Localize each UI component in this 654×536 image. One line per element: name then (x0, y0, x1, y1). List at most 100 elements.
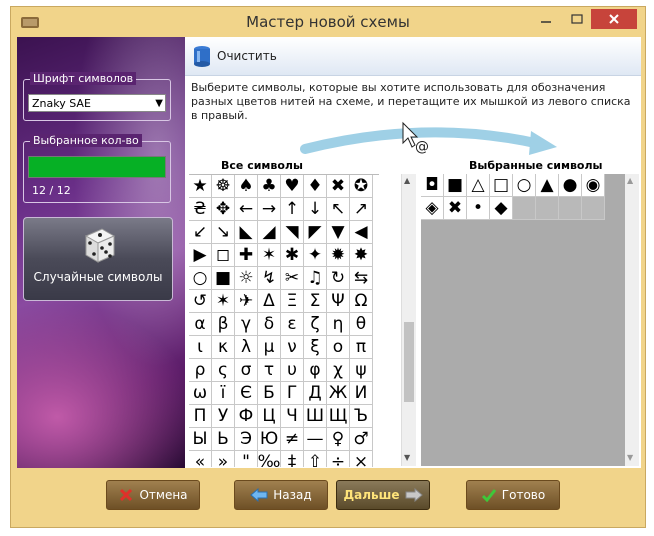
symbol-cell[interactable]: П (189, 405, 212, 428)
symbol-cell[interactable]: ι (189, 336, 212, 359)
selected-symbols-list[interactable]: ◘ ■ △ □ ○ ▲ ● ◉ ◈ ✖ • ◆ (421, 174, 635, 466)
symbol-cell[interactable]: ✥ (212, 198, 235, 221)
symbol-cell[interactable]: Ъ (350, 405, 373, 428)
symbol-cell[interactable]: Б (258, 382, 281, 405)
symbol-cell[interactable]: ο (327, 336, 350, 359)
symbol-cell[interactable]: ★ (189, 175, 212, 198)
symbol-cell[interactable]: ✈ (235, 290, 258, 313)
symbol-cell[interactable]: ✱ (281, 244, 304, 267)
symbol-cell[interactable]: γ (235, 313, 258, 336)
selected-symbol-cell[interactable]: ○ (513, 174, 536, 197)
symbol-cell[interactable]: δ (258, 313, 281, 336)
symbol-cell[interactable]: Ψ (327, 290, 350, 313)
symbol-cell[interactable]: ◻ (212, 244, 235, 267)
symbol-cell[interactable]: ψ (350, 359, 373, 382)
clear-button[interactable]: Очистить (193, 45, 277, 67)
symbol-cell[interactable]: ↺ (189, 290, 212, 313)
all-symbols-scrollbar[interactable]: ▲ ▼ (401, 174, 416, 466)
symbol-cell[interactable]: Щ (327, 405, 350, 428)
symbol-cell[interactable]: ▶ (189, 244, 212, 267)
symbol-cell[interactable]: ≠ (281, 428, 304, 451)
symbol-cell[interactable]: ↑ (281, 198, 304, 221)
symbol-cell[interactable]: ✶ (212, 290, 235, 313)
symbol-cell[interactable]: ♦ (304, 175, 327, 198)
symbol-cell[interactable]: Ж (327, 382, 350, 405)
symbol-cell[interactable]: ↗ (350, 198, 373, 221)
symbol-cell[interactable]: η (327, 313, 350, 336)
symbol-cell[interactable]: — (304, 428, 327, 451)
symbol-cell[interactable]: α (189, 313, 212, 336)
symbol-cell[interactable]: ‰ (258, 451, 281, 467)
selected-symbols-scrollbar[interactable]: ▲ ▼ (625, 174, 639, 466)
symbol-cell[interactable]: ₴ (189, 198, 212, 221)
symbol-cell[interactable]: » (212, 451, 235, 467)
selected-symbol-cell[interactable]: ◉ (582, 174, 605, 197)
symbol-cell[interactable]: ← (235, 198, 258, 221)
scroll-down-icon[interactable]: ▼ (627, 453, 633, 462)
selected-symbol-cell[interactable]: △ (467, 174, 490, 197)
symbol-cell[interactable]: Ц (258, 405, 281, 428)
symbol-cell[interactable]: ✖ (327, 175, 350, 198)
symbol-cell[interactable]: ✹ (327, 244, 350, 267)
symbol-cell[interactable]: × (350, 451, 373, 467)
symbol-cell[interactable]: ☼ (235, 267, 258, 290)
symbol-cell[interactable]: ν (281, 336, 304, 359)
symbol-cell[interactable]: ζ (304, 313, 327, 336)
symbol-cell[interactable]: θ (350, 313, 373, 336)
selected-symbol-cell[interactable]: □ (490, 174, 513, 197)
random-symbols-button[interactable]: Случайные символы (23, 217, 173, 301)
symbol-cell[interactable]: ◥ (281, 221, 304, 244)
symbol-cell[interactable]: ↻ (327, 267, 350, 290)
symbol-cell[interactable]: ▼ (327, 221, 350, 244)
symbol-cell[interactable]: κ (212, 336, 235, 359)
symbol-cell[interactable]: ♣ (258, 175, 281, 198)
symbol-cell[interactable]: σ (235, 359, 258, 382)
back-button[interactable]: Назад (234, 480, 328, 510)
symbol-cell[interactable]: Ω (350, 290, 373, 313)
symbol-cell[interactable]: π (350, 336, 373, 359)
scroll-down-icon[interactable]: ▼ (404, 453, 410, 462)
symbol-cell[interactable]: ✪ (350, 175, 373, 198)
symbol-cell[interactable]: → (258, 198, 281, 221)
close-button[interactable] (591, 9, 637, 29)
done-button[interactable]: Готово (466, 480, 560, 510)
symbol-cell[interactable]: φ (304, 359, 327, 382)
symbol-cell[interactable]: ↖ (327, 198, 350, 221)
selected-symbol-cell[interactable]: ✖ (444, 197, 467, 220)
symbol-cell[interactable]: ☸ (212, 175, 235, 198)
symbol-cell[interactable]: Є (235, 382, 258, 405)
symbol-cell[interactable]: ξ (304, 336, 327, 359)
symbol-cell[interactable]: ○ (189, 267, 212, 290)
symbol-cell[interactable]: ✸ (350, 244, 373, 267)
symbol-cell[interactable]: ✂ (281, 267, 304, 290)
selected-symbol-cell[interactable]: • (467, 197, 490, 220)
symbol-cell[interactable]: « (189, 451, 212, 467)
symbol-cell[interactable]: λ (235, 336, 258, 359)
symbol-cell[interactable]: Ξ (281, 290, 304, 313)
font-select[interactable]: Znaky SAE ▼ (28, 94, 166, 112)
symbol-cell[interactable]: Ч (281, 405, 304, 428)
symbol-cell[interactable]: ♂ (350, 428, 373, 451)
symbol-cell[interactable]: Ь (212, 428, 235, 451)
symbol-cell[interactable]: ρ (189, 359, 212, 382)
symbol-cell[interactable]: Г (281, 382, 304, 405)
symbol-cell[interactable]: τ (258, 359, 281, 382)
next-button[interactable]: Дальше (336, 480, 430, 510)
selected-symbol-cell[interactable]: ◆ (490, 197, 513, 220)
symbol-cell[interactable]: ⇧ (304, 451, 327, 467)
symbol-cell[interactable]: υ (281, 359, 304, 382)
symbol-cell[interactable]: ✚ (235, 244, 258, 267)
symbol-cell[interactable]: Ш (304, 405, 327, 428)
selected-symbol-cell[interactable]: ■ (444, 174, 467, 197)
symbol-cell[interactable]: ↯ (258, 267, 281, 290)
selected-symbol-cell[interactable]: ▲ (536, 174, 559, 197)
symbol-cell[interactable]: ♫ (304, 267, 327, 290)
scrollbar-thumb[interactable] (404, 322, 414, 402)
symbol-cell[interactable]: ✦ (304, 244, 327, 267)
symbol-cell[interactable]: ⇆ (350, 267, 373, 290)
selected-symbol-cell[interactable]: ◘ (421, 174, 444, 197)
symbol-cell[interactable]: Ю (258, 428, 281, 451)
symbol-cell[interactable]: Δ (258, 290, 281, 313)
symbol-cell[interactable]: ◀ (350, 221, 373, 244)
symbol-cell[interactable]: ✶ (258, 244, 281, 267)
